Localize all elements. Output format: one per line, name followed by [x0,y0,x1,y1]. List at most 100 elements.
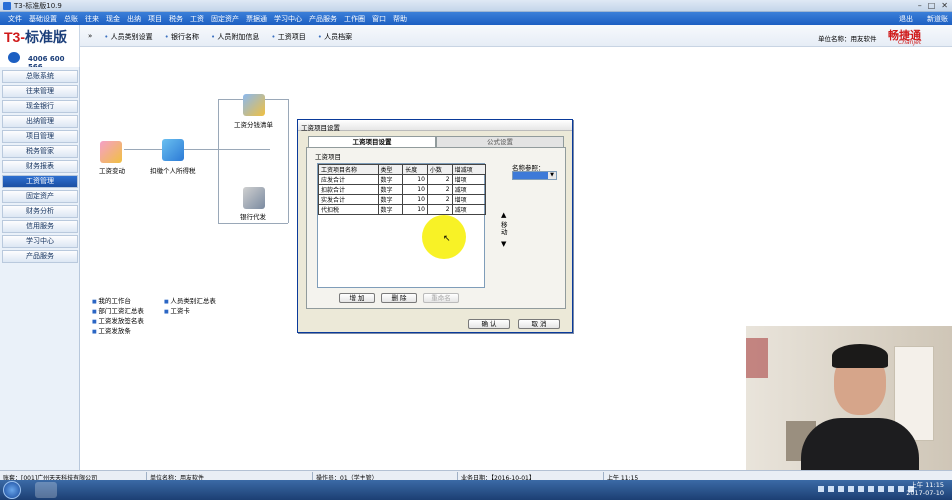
quick-link[interactable]: 人员类别设置 [104,32,153,42]
cancel-button[interactable]: 取 消 [518,319,560,329]
rename-button[interactable]: 重命名 [423,293,459,303]
table-row[interactable]: 实发合计 数字 10 2 增项 [318,194,487,205]
sidebar-item[interactable]: 出纳管理 [2,115,78,128]
sidebar-item[interactable]: 固定资产 [2,190,78,203]
flow-node-3[interactable]: 工资分钱清单 [234,119,273,129]
start-button[interactable] [3,481,21,499]
move-up-icon[interactable]: ▲ [501,211,506,219]
move-down-icon[interactable]: ▼ [501,240,506,248]
report-link[interactable]: 工资发放条 [92,327,144,337]
new-account-menu[interactable]: 新道账 [927,14,948,24]
table-cell[interactable]: 2 [426,184,453,195]
menu-item[interactable]: 项目 [148,14,162,24]
delete-button[interactable]: 删 除 [381,293,417,303]
sidebar-item[interactable]: 信用服务 [2,220,78,233]
table-cell[interactable]: 10 [402,204,428,215]
system-tray[interactable] [818,482,914,492]
salary-change-icon[interactable] [100,141,122,163]
quick-link[interactable]: 人员附加信息 [211,32,259,42]
column-header[interactable]: 长度 [402,164,428,175]
sidebar-item[interactable]: 财务报表 [2,160,78,173]
table-cell[interactable]: 数字 [377,174,404,185]
report-link[interactable]: 我的工作台 [92,297,144,307]
ok-button[interactable]: 确 认 [468,319,510,329]
close-icon[interactable]: ✕ [941,1,948,10]
salary-slip-icon[interactable] [243,94,265,116]
report-link[interactable]: 工资发放签名表 [92,317,144,327]
table-cell[interactable]: 数字 [377,194,404,205]
minimize-icon[interactable]: – [918,1,922,10]
table-cell[interactable]: 实发合计 [318,194,379,205]
sidebar-item[interactable]: 财务分析 [2,205,78,218]
menu-item[interactable]: 学习中心 [274,14,302,24]
table-cell[interactable]: 减项 [451,184,487,195]
menu-item[interactable]: 税务 [169,14,183,24]
taskbar-clock[interactable]: 上午 11:15 2017-07-10 [906,481,944,497]
chevron-down-icon[interactable]: ▼ [548,172,556,179]
sidebar-item[interactable]: 现金银行 [2,100,78,113]
sidebar-item[interactable]: 产品服务 [2,250,78,263]
chanjet-sub: Chanjet [898,39,922,46]
table-cell[interactable]: 2 [426,194,453,205]
menu-item[interactable]: 固定资产 [211,14,239,24]
quick-link[interactable]: 人员档案 [318,32,352,42]
flow-node-2[interactable]: 扣缴个人所得税 [150,165,196,175]
column-header[interactable]: 工资项目名称 [318,164,379,175]
add-button[interactable]: 增 加 [339,293,375,303]
column-header[interactable]: 类型 [377,164,404,175]
table-row[interactable]: 扣款合计 数字 10 2 减项 [318,184,487,195]
ref-select[interactable]: ▼ [512,171,557,180]
quick-link[interactable]: 工资项目 [271,32,306,42]
bank-transfer-icon[interactable] [243,187,265,209]
sidebar-item[interactable]: 总账系统 [2,70,78,83]
table-row[interactable]: 代扣税 数字 10 2 减项 [318,204,487,215]
table-cell[interactable]: 2 [426,174,453,185]
menu-item[interactable]: 产品服务 [309,14,337,24]
taskbar-app-icon[interactable] [35,482,57,498]
flow-node-4[interactable]: 银行代发 [240,211,266,221]
exit-menu[interactable]: 退出 [899,14,913,24]
report-link[interactable]: 工资卡 [164,307,216,317]
menu-item[interactable]: 往来 [85,14,99,24]
menu-item[interactable]: 总账 [64,14,78,24]
table-cell[interactable]: 扣款合计 [318,184,379,195]
table-cell[interactable]: 数字 [377,184,404,195]
report-link[interactable]: 部门工资汇总表 [92,307,144,317]
table-cell[interactable]: 2 [426,204,453,215]
sidebar-item[interactable]: 学习中心 [2,235,78,248]
table-cell[interactable]: 代扣税 [318,204,379,215]
report-link[interactable]: 人员类别汇总表 [164,297,216,307]
table-cell[interactable]: 应发合计 [318,174,379,185]
table-row[interactable]: 应发合计 数字 10 2 增项 [318,174,487,185]
tab-item-settings[interactable]: 工资项目设置 [308,136,436,147]
title-bar: T3-标准版10.9 – □ ✕ [0,0,952,12]
flow-node-1[interactable]: 工资变动 [99,165,125,175]
maximize-icon[interactable]: □ [928,1,936,10]
quick-link[interactable]: 银行名称 [165,32,199,42]
sidebar-item[interactable]: 税务管家 [2,145,78,158]
column-header[interactable]: 小数 [426,164,453,175]
menu-item[interactable]: 现金 [106,14,120,24]
sidebar-item[interactable]: 项目管理 [2,130,78,143]
sidebar-item[interactable]: 工资管理 [2,175,78,188]
collapse-icon[interactable]: » [88,32,92,42]
tax-icon[interactable] [162,139,184,161]
table-cell[interactable]: 10 [402,184,428,195]
menu-item[interactable]: 窗口 [372,14,386,24]
table-cell[interactable]: 10 [402,194,428,205]
table-cell[interactable]: 减项 [451,204,487,215]
menu-item[interactable]: 工作圈 [344,14,365,24]
column-header[interactable]: 增减项 [451,164,487,175]
menu-item[interactable]: 帮助 [393,14,407,24]
menu-item[interactable]: 工资 [190,14,204,24]
tab-formula-settings[interactable]: 公式设置 [436,136,564,147]
table-cell[interactable]: 数字 [377,204,404,215]
menu-item[interactable]: 票据通 [246,14,267,24]
table-cell[interactable]: 增项 [451,194,487,205]
sidebar-item[interactable]: 往来管理 [2,85,78,98]
table-cell[interactable]: 10 [402,174,428,185]
menu-item[interactable]: 出纳 [127,14,141,24]
table-cell[interactable]: 增项 [451,174,487,185]
menu-item[interactable]: 文件 [8,14,22,24]
menu-item[interactable]: 基础设置 [29,14,57,24]
